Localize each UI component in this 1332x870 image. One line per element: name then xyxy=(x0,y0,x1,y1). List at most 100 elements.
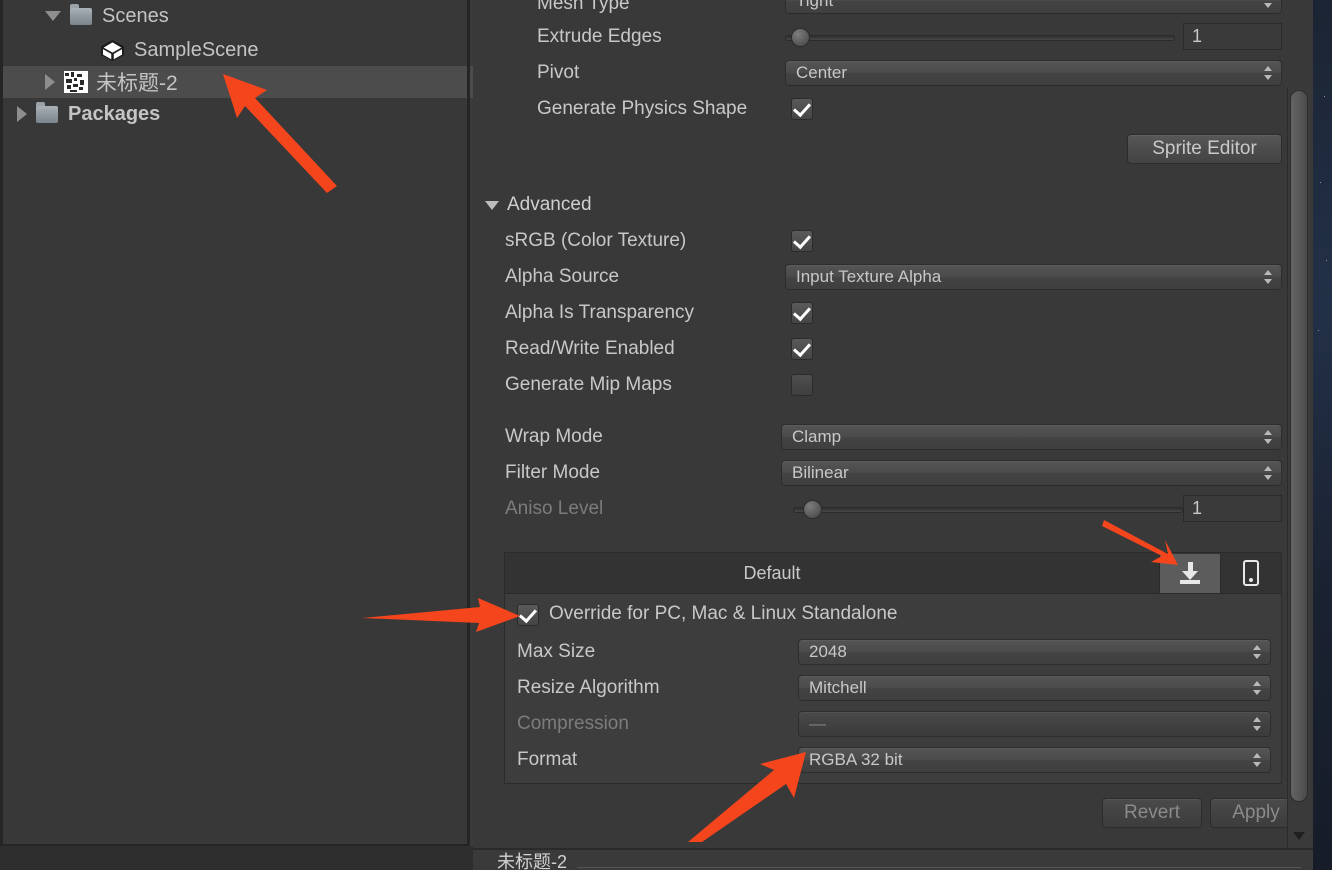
generate-mip-maps-row: Generate Mip Maps xyxy=(505,372,672,398)
project-item-untitled-2[interactable]: 未标题-2 xyxy=(3,66,512,98)
platform-tab-bar: Default xyxy=(505,553,1281,594)
compression-value: — xyxy=(809,714,826,733)
updown-arrows-icon xyxy=(1264,429,1273,445)
filter-mode-row: Filter Mode xyxy=(505,460,600,486)
chevron-down-icon[interactable] xyxy=(485,200,499,210)
format-value: RGBA 32 bit xyxy=(809,750,903,769)
inspector-scrollbar-thumb[interactable] xyxy=(1290,90,1308,802)
alpha-is-transparency-checkbox[interactable] xyxy=(791,302,813,324)
aniso-level-slider-knob[interactable] xyxy=(803,500,822,519)
wrap-mode-dropdown[interactable]: Clamp xyxy=(781,424,1282,450)
updown-arrows-icon xyxy=(1253,716,1262,732)
revert-button-label: Revert xyxy=(1124,802,1180,823)
screenshot-root: Scenes SampleScene 未标题-2 Packages Mesh T… xyxy=(0,0,1332,870)
mesh-type-value: Tight xyxy=(796,0,834,10)
wrap-mode-row: Wrap Mode xyxy=(505,424,603,450)
updown-arrows-icon xyxy=(1253,752,1262,768)
advanced-foldout[interactable]: Advanced xyxy=(485,194,592,216)
pivot-row: Pivot xyxy=(537,60,579,86)
chevron-right-icon[interactable] xyxy=(17,106,27,122)
project-panel-bottom-gap xyxy=(0,846,473,870)
read-write-enabled-checkbox[interactable] xyxy=(791,338,813,360)
updown-arrows-icon xyxy=(1264,465,1273,481)
updown-arrows-icon xyxy=(1253,644,1262,660)
resize-algorithm-value: Mitchell xyxy=(809,678,867,697)
extrude-edges-slider-track[interactable] xyxy=(785,35,1175,41)
pivot-label: Pivot xyxy=(537,62,580,83)
platform-tab-mobile[interactable] xyxy=(1220,553,1281,593)
generate-physics-shape-checkbox[interactable] xyxy=(791,98,813,120)
chevron-right-icon[interactable] xyxy=(45,74,55,90)
format-dropdown[interactable]: RGBA 32 bit xyxy=(798,747,1271,773)
project-item-packages[interactable]: Packages xyxy=(3,98,484,130)
pivot-value: Center xyxy=(796,63,848,82)
platform-override-box: Default Override for PC, Mac & Linux Sta… xyxy=(504,552,1282,784)
platform-tab-title: Default xyxy=(743,562,801,583)
resize-algorithm-dropdown[interactable]: Mitchell xyxy=(798,675,1271,701)
alpha-is-transparency-label: Alpha Is Transparency xyxy=(505,302,695,323)
srgb-checkbox[interactable] xyxy=(791,230,813,252)
read-write-enabled-label: Read/Write Enabled xyxy=(505,338,675,359)
extrude-edges-row: Extrude Edges xyxy=(537,24,662,50)
alpha-is-transparency-row: Alpha Is Transparency xyxy=(505,300,694,326)
generate-mip-maps-label: Generate Mip Maps xyxy=(505,374,672,395)
extrude-edges-slider-knob[interactable] xyxy=(791,28,810,47)
project-item-label: Packages xyxy=(68,102,161,125)
format-label: Format xyxy=(517,749,578,770)
project-item-scenes[interactable]: Scenes xyxy=(3,0,512,32)
max-size-value: 2048 xyxy=(809,642,847,661)
aniso-level-value-field[interactable]: 1 xyxy=(1183,495,1282,522)
mobile-phone-icon xyxy=(1243,560,1259,586)
aniso-level-label: Aniso Level xyxy=(505,498,604,519)
read-write-enabled-row: Read/Write Enabled xyxy=(505,336,675,362)
unity-scene-icon xyxy=(101,39,124,61)
wrap-mode-value: Clamp xyxy=(792,427,842,446)
advanced-foldout-label: Advanced xyxy=(507,194,592,215)
revert-button[interactable]: Revert xyxy=(1102,798,1202,828)
mesh-type-label: Mesh Type xyxy=(537,0,630,14)
apply-button-label: Apply xyxy=(1232,802,1280,823)
desktop-wallpaper xyxy=(1313,0,1332,870)
alpha-source-row: Alpha Source xyxy=(505,264,619,290)
generate-physics-shape-label: Generate Physics Shape xyxy=(537,98,748,119)
unity-editor-window: Scenes SampleScene 未标题-2 Packages Mesh T… xyxy=(0,0,1313,870)
scroll-down-arrow-icon[interactable] xyxy=(1293,832,1305,840)
extrude-edges-value: 1 xyxy=(1192,26,1203,46)
standalone-download-icon xyxy=(1179,562,1201,584)
generate-physics-shape-row: Generate Physics Shape xyxy=(537,96,747,122)
preview-divider xyxy=(577,866,1301,868)
alpha-source-label: Alpha Source xyxy=(505,266,620,287)
updown-arrows-icon xyxy=(1264,0,1273,9)
filter-mode-value: Bilinear xyxy=(792,463,849,482)
srgb-row: sRGB (Color Texture) xyxy=(505,228,686,254)
updown-arrows-icon xyxy=(1264,269,1273,285)
chevron-down-icon[interactable] xyxy=(45,11,61,21)
pivot-dropdown[interactable]: Center xyxy=(785,60,1282,86)
max-size-label: Max Size xyxy=(517,641,596,662)
inspector-panel: Mesh Type Tight Extrude Edges 1 Pivot Ce… xyxy=(473,0,1313,870)
override-for-standalone-checkbox[interactable] xyxy=(517,604,539,626)
generate-mip-maps-checkbox[interactable] xyxy=(791,374,813,396)
project-item-label: SampleScene xyxy=(134,38,259,61)
extrude-edges-value-field[interactable]: 1 xyxy=(1183,23,1282,50)
aniso-level-value: 1 xyxy=(1192,498,1203,518)
folder-icon xyxy=(36,101,58,123)
project-item-label: Scenes xyxy=(102,4,169,27)
alpha-source-value: Input Texture Alpha xyxy=(796,267,942,286)
alpha-source-dropdown[interactable]: Input Texture Alpha xyxy=(785,264,1282,290)
preview-title-bar: 未标题-2 xyxy=(473,848,1313,870)
max-size-dropdown[interactable]: 2048 xyxy=(798,639,1271,665)
inspector-scrollbar[interactable] xyxy=(1287,88,1310,848)
compression-dropdown[interactable]: — xyxy=(798,711,1271,737)
resize-algorithm-label: Resize Algorithm xyxy=(517,677,660,698)
filter-mode-dropdown[interactable]: Bilinear xyxy=(781,460,1282,486)
compression-label: Compression xyxy=(517,713,629,734)
mesh-type-dropdown[interactable]: Tight xyxy=(785,0,1282,14)
aniso-level-slider-track[interactable] xyxy=(793,507,1183,513)
wrap-mode-label: Wrap Mode xyxy=(505,426,603,447)
sprite-editor-button[interactable]: Sprite Editor xyxy=(1127,134,1282,164)
platform-tab-standalone[interactable] xyxy=(1159,553,1220,593)
preview-title: 未标题-2 xyxy=(497,852,568,870)
mesh-type-row: Mesh Type xyxy=(537,0,630,17)
srgb-label: sRGB (Color Texture) xyxy=(505,230,687,251)
